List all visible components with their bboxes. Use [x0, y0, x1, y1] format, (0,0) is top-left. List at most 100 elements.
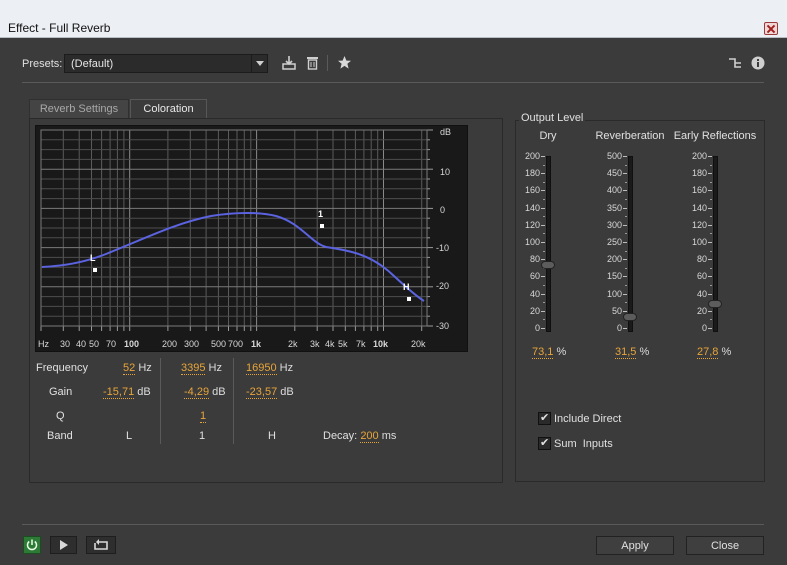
power-button[interactable]: [23, 536, 41, 554]
fader-scale-label: 200: [691, 151, 707, 161]
fader-tick: [541, 242, 545, 243]
fader-scale-label: 120: [691, 219, 707, 230]
band-l-handle[interactable]: [93, 268, 97, 272]
y-tick-label: 0: [440, 205, 445, 215]
x-tick-label: Hz: [38, 339, 49, 349]
fader-tick: [623, 190, 627, 192]
fader-scale-label: 80: [696, 254, 707, 265]
fader-minor-tick: [710, 181, 712, 183]
x-tick-label: 7k: [356, 339, 366, 349]
y-tick-label: -30: [436, 321, 449, 331]
unit: ms: [381, 430, 397, 442]
save-preset-icon[interactable]: [282, 55, 296, 70]
apply-button[interactable]: Apply: [596, 536, 674, 555]
band-h-gain[interactable]: -23,57: [246, 386, 278, 399]
sum-inputs-checkbox[interactable]: [538, 436, 551, 450]
fader-scale-label: 200: [606, 254, 622, 265]
include-direct-checkbox[interactable]: [538, 411, 551, 425]
band-l-gain[interactable]: -15,71: [103, 386, 135, 399]
fader-tick: [541, 293, 545, 295]
fader-minor-tick: [710, 164, 712, 166]
y-tick-label: -10: [436, 243, 449, 253]
fader-tick: [708, 224, 712, 226]
fader-tick: [708, 242, 712, 243]
effect-window: Effect - Full Reverb Presets: (Default) …: [0, 0, 787, 565]
fader-scale-label: 140: [524, 202, 540, 213]
unit: %: [639, 346, 650, 358]
band-l-frequency[interactable]: 52: [123, 362, 136, 375]
routing-icon[interactable]: [728, 56, 742, 70]
column-divider: [233, 358, 234, 444]
presets-dropdown[interactable]: (Default): [64, 54, 268, 73]
fader-scale-label: 100: [606, 288, 622, 299]
x-tick-label: 200: [162, 339, 177, 349]
fader-tick: [623, 276, 627, 278]
fader-tick: [708, 207, 712, 209]
band-1-q[interactable]: 1: [200, 410, 207, 423]
fader-thumb[interactable]: [623, 313, 637, 322]
fader-tick: [623, 207, 627, 209]
info-icon[interactable]: [751, 56, 765, 70]
delete-icon[interactable]: [306, 56, 319, 70]
fader-track[interactable]: [546, 156, 551, 332]
fader-scale-label: 160: [524, 185, 540, 196]
fader-scale-label: 160: [691, 185, 707, 196]
column-divider: [160, 358, 161, 444]
fader-minor-tick: [625, 285, 627, 286]
band-h-frequency[interactable]: 16950: [246, 362, 277, 375]
x-tick-label: 700: [228, 339, 243, 349]
band-h-name: H: [268, 430, 276, 442]
fader-thumb[interactable]: [708, 300, 722, 309]
dry-value[interactable]: 73,1: [532, 346, 554, 359]
fader-scale-label: 400: [606, 185, 622, 196]
fader-track[interactable]: [628, 156, 633, 332]
band-h-handle[interactable]: [407, 297, 411, 301]
fader-scale-label: 0: [534, 323, 540, 333]
unit: Hz: [138, 362, 152, 374]
band-l-label: L: [90, 253, 96, 263]
fader-tick: [708, 173, 712, 175]
presets-label: Presets:: [22, 58, 63, 70]
x-tick-label: 40: [76, 339, 86, 349]
reverberation-value[interactable]: 31,5: [615, 346, 637, 359]
fader-tick: [708, 259, 712, 261]
band-1-name: 1: [199, 430, 206, 442]
fader-tick: [708, 276, 712, 278]
star-icon[interactable]: [337, 55, 352, 70]
chevron-down-icon[interactable]: [251, 55, 267, 72]
fader-tick: [623, 224, 627, 226]
x-tick-label: 4k: [325, 339, 335, 349]
fader-scale-label: 100: [524, 237, 540, 247]
close-button[interactable]: Close: [686, 536, 764, 555]
fader-thumb[interactable]: [541, 261, 555, 270]
tab-coloration[interactable]: Coloration: [130, 99, 207, 119]
fader-scale-label: 300: [606, 219, 622, 230]
fader-scale-label: 200: [524, 151, 540, 161]
close-icon[interactable]: [764, 22, 778, 35]
fader-minor-tick: [625, 181, 627, 183]
unit: %: [556, 346, 567, 358]
band-1-handle[interactable]: [320, 224, 324, 228]
fader-scale-label: 80: [529, 254, 540, 265]
include-direct-label: Include Direct: [554, 413, 622, 425]
fader-tick: [623, 259, 627, 261]
fader-minor-tick: [543, 285, 545, 286]
early-reflections-value[interactable]: 27,8: [697, 346, 719, 359]
sum-inputs-label: Sum Inputs: [554, 438, 613, 450]
play-button[interactable]: [50, 536, 77, 554]
reverberation-header: Reverberation: [595, 130, 665, 142]
band-1-gain[interactable]: -4,29: [184, 386, 210, 399]
x-tick-label: 1k: [251, 339, 262, 349]
tab-reverb-settings[interactable]: Reverb Settings: [29, 99, 129, 119]
x-tick-label: 10k: [373, 339, 389, 349]
divider: [22, 82, 764, 83]
fader-minor-tick: [543, 164, 545, 166]
loop-button[interactable]: [86, 536, 116, 554]
fader-scale-label: 100: [691, 237, 707, 247]
fader-scale-label: 120: [524, 219, 540, 230]
decay-value[interactable]: 200: [360, 430, 379, 443]
fader-minor-tick: [710, 267, 712, 269]
dry-header: Dry: [539, 130, 557, 142]
eq-graph[interactable]: L 1 H dB 10 0 -10 -20 -30 Hz 30 40 50 70…: [35, 125, 468, 352]
band-1-frequency[interactable]: 3395: [181, 362, 206, 375]
